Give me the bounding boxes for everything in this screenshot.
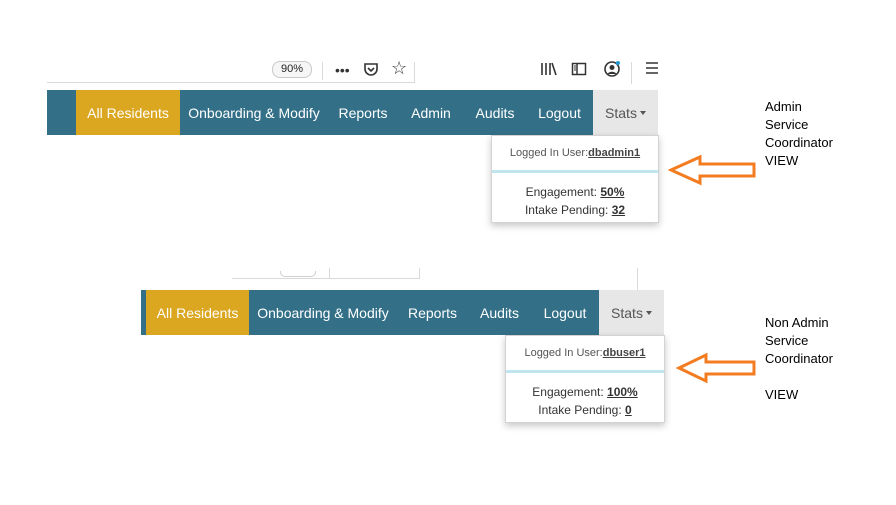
intake-pending-row: Intake Pending: 0 — [506, 401, 664, 419]
toolbar-divider-right — [637, 268, 638, 290]
nav-all-residents[interactable]: All Residents — [76, 90, 180, 135]
url-bar-edge — [47, 82, 415, 83]
zoom-badge-fragment — [280, 271, 316, 277]
username-link[interactable]: dbuser1 — [603, 347, 646, 359]
annotation-line: VIEW — [765, 387, 799, 402]
toolbar-divider-right — [631, 62, 632, 84]
nav-reports[interactable]: Reports — [328, 90, 398, 135]
intake-pending-row: Intake Pending: 32 — [492, 201, 658, 219]
engagement-value-link[interactable]: 50% — [600, 185, 624, 199]
more-icon[interactable]: ••• — [335, 62, 350, 78]
annotation-line: Service — [765, 333, 809, 348]
annotation-line: Admin — [765, 99, 802, 114]
toolbar-divider — [329, 268, 330, 278]
logged-in-label: Logged In User: — [524, 347, 603, 359]
user-navbar: All Residents Onboarding & Modify Report… — [141, 290, 664, 335]
toolbar-separator — [322, 62, 323, 80]
intake-pending-value-link[interactable]: 0 — [625, 403, 632, 417]
nav-all-residents[interactable]: All Residents — [146, 290, 249, 335]
user-view-annotation: Non Admin Service Coordinator VIEW — [765, 314, 833, 404]
menu-icon[interactable] — [645, 61, 659, 79]
admin-stats-dropdown: Logged In User:dbadmin1 Engagement: 50% … — [491, 135, 659, 223]
annotation-line: Coordinator — [765, 135, 833, 150]
nav-stats-dropdown[interactable]: Stats — [593, 90, 658, 135]
nav-admin[interactable]: Admin — [398, 90, 464, 135]
nav-audits[interactable]: Audits — [464, 90, 526, 135]
navbar-left-edge — [47, 90, 76, 135]
caret-down-icon — [639, 110, 646, 115]
admin-navbar: All Residents Onboarding & Modify Report… — [47, 90, 658, 135]
nav-onboarding-modify[interactable]: Onboarding & Modify — [249, 290, 397, 335]
nav-stats-dropdown[interactable]: Stats — [599, 290, 664, 335]
admin-arrow-icon — [668, 154, 756, 186]
engagement-row: Engagement: 50% — [492, 183, 658, 201]
caret-down-icon — [645, 310, 652, 315]
annotation-line: Service — [765, 117, 809, 132]
annotation-line — [765, 368, 833, 386]
nav-logout[interactable]: Logout — [526, 90, 593, 135]
engagement-label: Engagement: — [525, 185, 597, 199]
account-icon[interactable] — [603, 60, 621, 82]
logged-in-user: Logged In User:dbuser1 — [506, 336, 664, 370]
library-icon[interactable] — [540, 61, 558, 81]
admin-view-annotation: Admin Service Coordinator VIEW — [765, 98, 833, 170]
pocket-icon[interactable] — [363, 61, 379, 81]
nav-reports[interactable]: Reports — [397, 290, 468, 335]
stats-label: Stats — [605, 104, 637, 121]
url-bar-edge — [232, 278, 420, 279]
engagement-label: Engagement: — [532, 385, 604, 399]
nav-onboarding-modify[interactable]: Onboarding & Modify — [180, 90, 328, 135]
zoom-level-badge[interactable]: 90% — [272, 61, 312, 78]
engagement-row: Engagement: 100% — [506, 383, 664, 401]
user-stats-dropdown: Logged In User:dbuser1 Engagement: 100% … — [505, 335, 665, 423]
nav-audits[interactable]: Audits — [468, 290, 531, 335]
intake-pending-value-link[interactable]: 32 — [612, 203, 625, 217]
intake-pending-label: Intake Pending: — [524, 203, 609, 217]
engagement-value-link[interactable]: 100% — [607, 385, 638, 399]
toolbar-divider — [414, 62, 415, 83]
nav-logout[interactable]: Logout — [531, 290, 599, 335]
stats-label: Stats — [611, 304, 643, 321]
sidebar-icon[interactable] — [571, 61, 587, 81]
bookmark-star-icon[interactable]: ☆ — [391, 59, 407, 77]
username-link[interactable]: dbadmin1 — [588, 147, 640, 159]
annotation-line: Coordinator — [765, 351, 833, 366]
user-arrow-icon — [676, 352, 756, 384]
annotation-line: VIEW — [765, 153, 799, 168]
logged-in-user: Logged In User:dbadmin1 — [492, 136, 658, 170]
annotation-line: Non Admin — [765, 315, 829, 330]
logged-in-label: Logged In User: — [509, 147, 589, 159]
toolbar-divider — [419, 268, 420, 278]
intake-pending-label: Intake Pending: — [538, 403, 622, 417]
